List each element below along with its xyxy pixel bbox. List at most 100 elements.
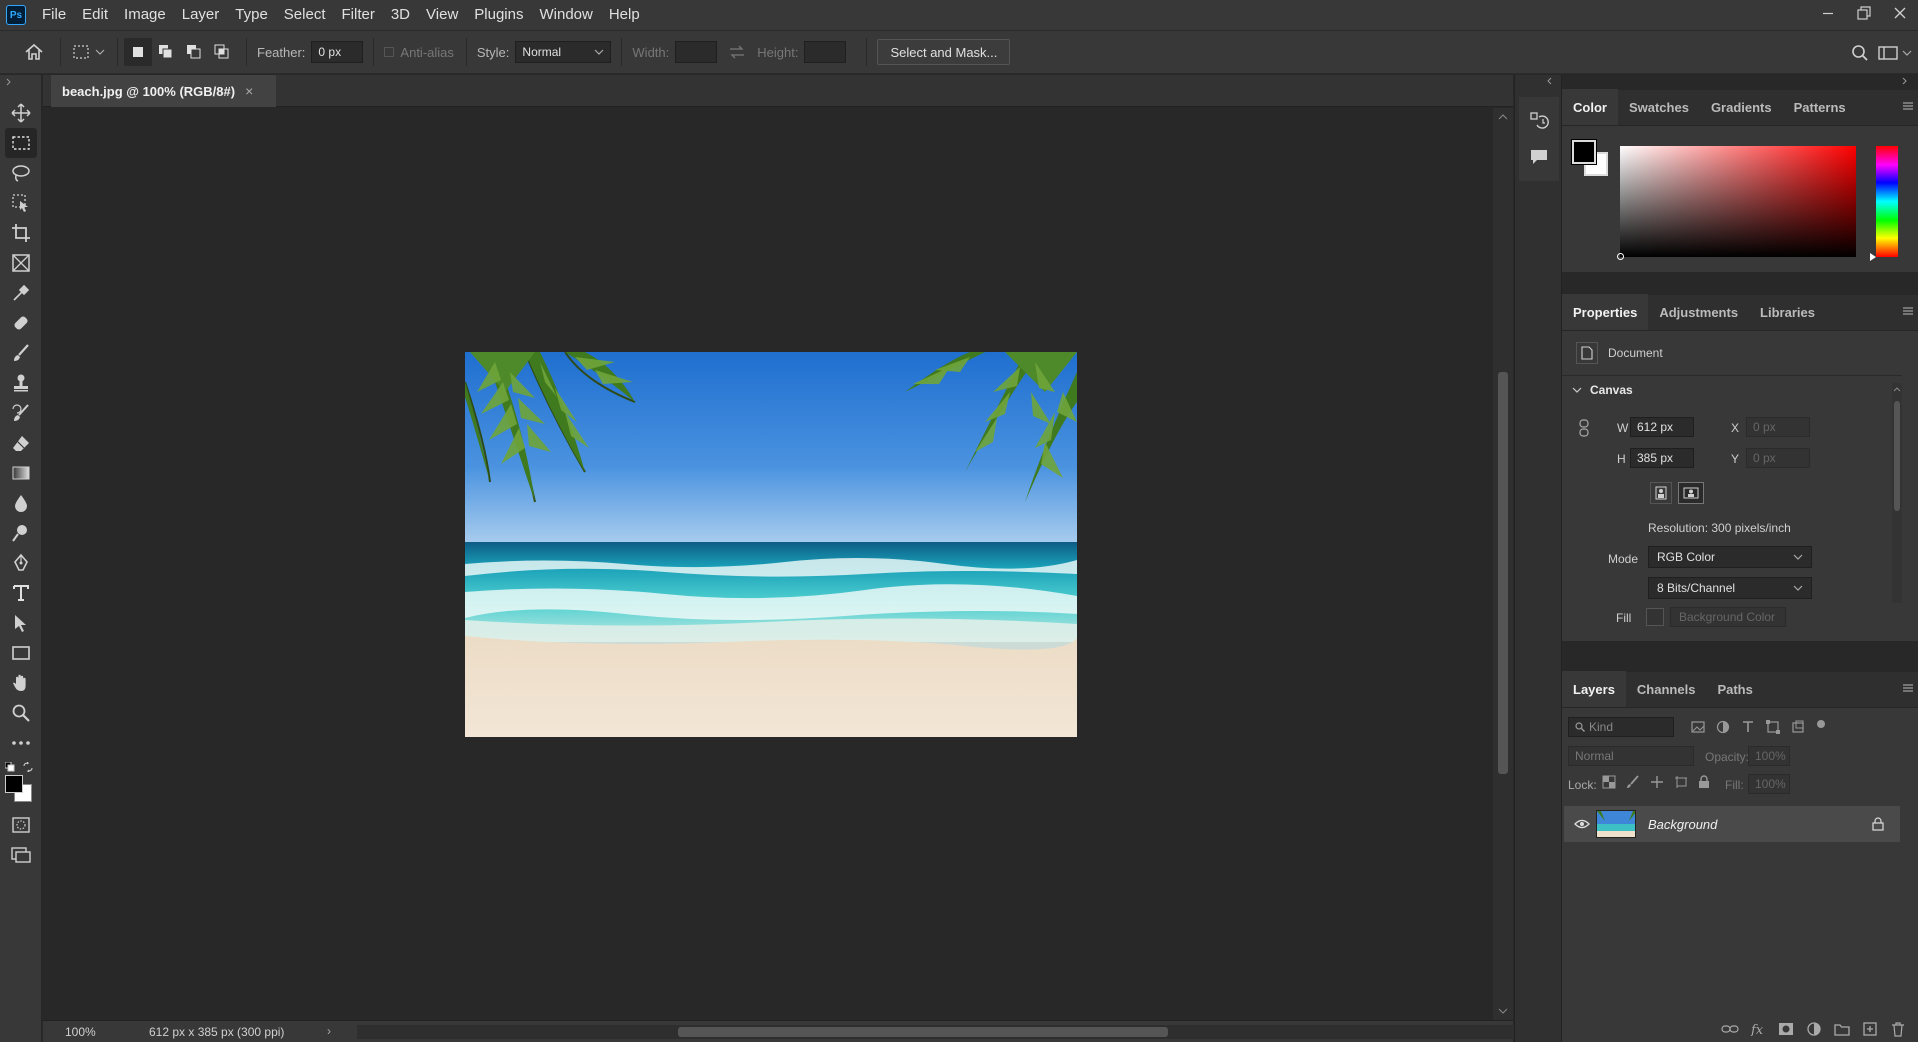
delete-layer-icon[interactable] <box>1884 1018 1912 1040</box>
canvas-y-input[interactable]: 0 px <box>1746 448 1810 468</box>
restore-icon[interactable] <box>1846 0 1882 26</box>
lock-transparent-pixels-icon[interactable] <box>1602 775 1616 789</box>
canvas-height-input[interactable]: 385 px <box>1630 448 1694 468</box>
eraser-tool-icon[interactable] <box>5 428 37 458</box>
swap-colors-icon[interactable] <box>23 762 33 772</box>
chevron-down-icon[interactable] <box>95 48 105 56</box>
tab-adjustments[interactable]: Adjustments <box>1648 294 1749 330</box>
close-window-icon[interactable] <box>1882 0 1918 26</box>
scroll-up-icon[interactable] <box>1893 387 1901 392</box>
blend-mode-select[interactable]: Normal <box>1568 746 1694 766</box>
search-icon[interactable] <box>1846 39 1874 67</box>
collapse-icon[interactable] <box>0 78 41 92</box>
rectangle-tool-icon[interactable] <box>5 638 37 668</box>
panel-menu-icon[interactable] <box>1902 306 1914 316</box>
path-selection-tool-icon[interactable] <box>5 608 37 638</box>
gradient-tool-icon[interactable] <box>5 458 37 488</box>
mode-select[interactable]: RGB Color <box>1648 546 1812 568</box>
filter-toggle-icon[interactable] <box>1815 719 1827 735</box>
new-selection-icon[interactable] <box>124 38 152 66</box>
tab-layers[interactable]: Layers <box>1562 671 1626 707</box>
new-layer-icon[interactable] <box>1856 1018 1884 1040</box>
opacity-input[interactable]: 100% <box>1748 746 1790 766</box>
add-mask-icon[interactable] <box>1772 1018 1800 1040</box>
default-colors-icon[interactable] <box>5 762 15 772</box>
pen-tool-icon[interactable] <box>5 548 37 578</box>
new-group-icon[interactable] <box>1828 1018 1856 1040</box>
blur-tool-icon[interactable] <box>5 488 37 518</box>
panel-menu-icon[interactable] <box>1902 101 1914 111</box>
select-and-mask-button[interactable]: Select and Mask... <box>877 39 1011 65</box>
new-adjustment-layer-icon[interactable] <box>1800 1018 1828 1040</box>
menu-3d[interactable]: 3D <box>383 0 418 30</box>
menu-window[interactable]: Window <box>531 0 600 30</box>
eyedropper-tool-icon[interactable] <box>5 278 37 308</box>
height-input[interactable] <box>804 41 847 63</box>
properties-scrollbar[interactable] <box>1892 383 1902 603</box>
canvas-area[interactable] <box>43 108 1493 1020</box>
tab-patterns[interactable]: Patterns <box>1783 89 1857 125</box>
menu-edit[interactable]: Edit <box>74 0 116 30</box>
fill-select[interactable]: Background Color <box>1670 607 1786 627</box>
canvas-width-input[interactable]: 612 px <box>1630 417 1694 437</box>
landscape-orientation-icon[interactable] <box>1678 482 1704 504</box>
type-layer-filter-icon[interactable] <box>1740 719 1756 735</box>
minimize-icon[interactable] <box>1810 0 1846 26</box>
menu-select[interactable]: Select <box>276 0 334 30</box>
lock-artboard-icon[interactable] <box>1674 775 1688 789</box>
feather-input[interactable]: 0 px <box>311 41 364 63</box>
eye-icon[interactable] <box>1574 819 1590 829</box>
layer-filter-select[interactable]: Kind <box>1568 717 1674 737</box>
marquee-preset-icon[interactable] <box>67 38 95 66</box>
add-to-selection-icon[interactable] <box>152 38 180 66</box>
menu-file[interactable]: File <box>34 0 74 30</box>
hue-slider-handle[interactable] <box>1870 253 1876 261</box>
fill-color-swatch[interactable] <box>1646 608 1664 626</box>
layer-style-icon[interactable]: fx <box>1744 1018 1772 1040</box>
smart-object-filter-icon[interactable] <box>1790 719 1806 735</box>
object-selection-tool-icon[interactable] <box>5 188 37 218</box>
type-tool-icon[interactable] <box>5 578 37 608</box>
history-panel-icon[interactable] <box>1519 103 1559 139</box>
scroll-up-icon[interactable] <box>1498 114 1508 120</box>
crop-tool-icon[interactable] <box>5 218 37 248</box>
intersect-selection-icon[interactable] <box>208 38 236 66</box>
width-input[interactable] <box>675 41 718 63</box>
tab-libraries[interactable]: Libraries <box>1749 294 1826 330</box>
color-picker-field[interactable] <box>1617 146 1856 260</box>
pixel-layer-filter-icon[interactable] <box>1690 719 1706 735</box>
clone-stamp-tool-icon[interactable] <box>5 368 37 398</box>
lock-image-pixels-icon[interactable] <box>1626 775 1640 789</box>
horizontal-scrollbar[interactable] <box>357 1025 1517 1039</box>
shape-layer-filter-icon[interactable] <box>1765 719 1781 735</box>
menu-filter[interactable]: Filter <box>334 0 383 30</box>
menu-help[interactable]: Help <box>601 0 648 30</box>
portrait-orientation-icon[interactable] <box>1650 482 1672 504</box>
collapse-icon[interactable] <box>1547 77 1557 85</box>
screen-mode-icon[interactable] <box>5 840 37 870</box>
adjustment-layer-filter-icon[interactable] <box>1715 719 1731 735</box>
antialias-checkbox[interactable] <box>384 47 395 57</box>
document-tab[interactable]: beach.jpg @ 100% (RGB/8#) × <box>51 75 276 107</box>
lasso-tool-icon[interactable] <box>5 158 37 188</box>
subtract-from-selection-icon[interactable] <box>180 38 208 66</box>
vertical-scroll-thumb[interactable] <box>1498 372 1508 774</box>
menu-view[interactable]: View <box>418 0 466 30</box>
panel-menu-icon[interactable] <box>1902 683 1914 693</box>
tab-channels[interactable]: Channels <box>1626 671 1707 707</box>
tab-color[interactable]: Color <box>1562 89 1618 125</box>
swap-dimensions-icon[interactable] <box>723 38 751 66</box>
quick-mask-icon[interactable] <box>5 810 37 840</box>
canvas-x-input[interactable]: 0 px <box>1746 417 1810 437</box>
scroll-down-icon[interactable] <box>1498 1008 1508 1014</box>
menu-type[interactable]: Type <box>227 0 276 30</box>
fill-opacity-input[interactable]: 100% <box>1748 774 1790 794</box>
menu-plugins[interactable]: Plugins <box>466 0 531 30</box>
tab-properties[interactable]: Properties <box>1562 294 1649 330</box>
link-layers-icon[interactable] <box>1716 1018 1744 1040</box>
rectangular-marquee-tool-icon[interactable] <box>4 128 37 158</box>
tab-gradients[interactable]: Gradients <box>1700 89 1783 125</box>
canvas-section-header[interactable]: Canvas <box>1572 383 1633 397</box>
collapse-icon[interactable] <box>1902 77 1912 85</box>
bit-depth-select[interactable]: 8 Bits/Channel <box>1648 577 1812 599</box>
